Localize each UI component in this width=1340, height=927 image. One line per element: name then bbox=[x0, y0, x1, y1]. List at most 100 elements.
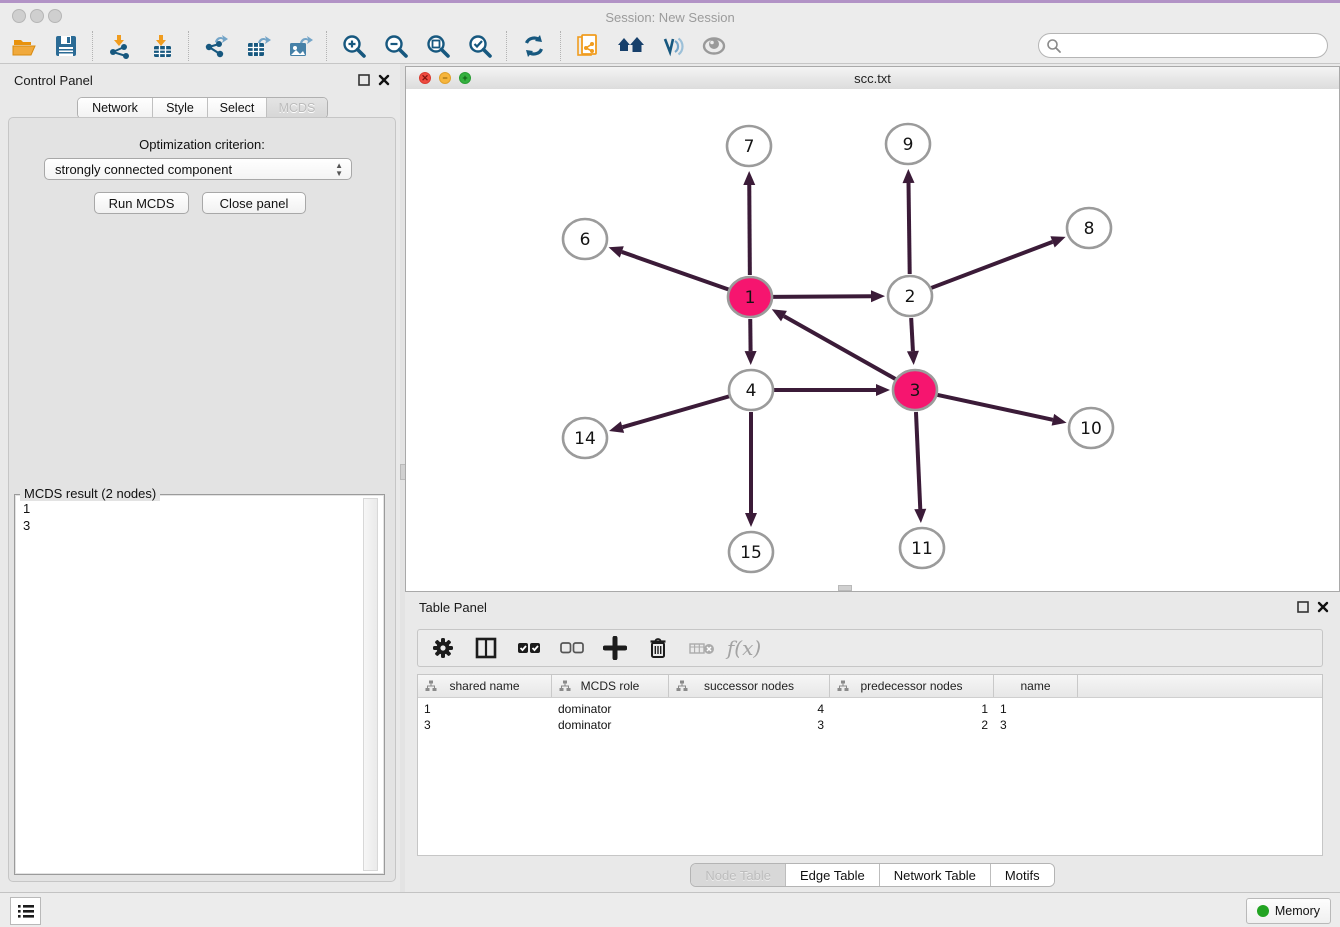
table-cell[interactable]: 1 bbox=[418, 701, 552, 717]
tab-node-table[interactable]: Node Table bbox=[691, 864, 786, 886]
toolbar-separator bbox=[560, 31, 562, 61]
network-resize-handle[interactable] bbox=[838, 585, 852, 591]
tab-network[interactable]: Network bbox=[78, 98, 153, 118]
close-panel-icon[interactable] bbox=[378, 74, 390, 86]
delete-table-disabled-icon bbox=[688, 635, 714, 661]
column-header-shared-name[interactable]: shared name bbox=[418, 675, 552, 697]
graph-edge-2-8[interactable] bbox=[931, 242, 1053, 288]
open-session-icon[interactable] bbox=[10, 32, 38, 60]
mcds-result-textarea[interactable]: 1 3 bbox=[16, 496, 383, 873]
graph-edge-1-2[interactable] bbox=[772, 296, 871, 297]
table-row[interactable]: 3dominator323 bbox=[418, 717, 1322, 733]
apply-layout-icon[interactable] bbox=[520, 32, 548, 60]
graph-edge-3-11[interactable] bbox=[916, 412, 920, 509]
mcds-result-title: MCDS result (2 nodes) bbox=[20, 486, 160, 501]
close-panel-icon[interactable] bbox=[1317, 601, 1329, 613]
home-icon[interactable] bbox=[616, 32, 644, 60]
zoom-selected-icon[interactable] bbox=[466, 32, 494, 60]
column-header-label: shared name bbox=[449, 679, 519, 693]
table-cell[interactable]: 3 bbox=[669, 717, 830, 733]
table-cell[interactable]: 1 bbox=[830, 701, 994, 717]
settings-gear-icon[interactable] bbox=[430, 635, 456, 661]
delete-row-icon[interactable] bbox=[645, 635, 671, 661]
node-table: shared name MCDS role successor nodes prede… bbox=[417, 674, 1323, 856]
toolbar-separator bbox=[506, 31, 508, 61]
search-box bbox=[1038, 33, 1328, 58]
toolbar-separator bbox=[188, 31, 190, 61]
column-header-predecessor-nodes[interactable]: predecessor nodes bbox=[830, 675, 994, 697]
task-history-button[interactable] bbox=[10, 897, 41, 925]
control-panel-tabs: Network Style Select MCDS bbox=[77, 97, 328, 119]
graph-edge-1-7[interactable] bbox=[749, 185, 750, 275]
graph-edge-2-9[interactable] bbox=[909, 183, 910, 274]
column-type-icon bbox=[676, 680, 688, 692]
graph-node-label: 7 bbox=[744, 137, 755, 157]
tab-select[interactable]: Select bbox=[208, 98, 267, 118]
table-cell[interactable]: 1 bbox=[994, 701, 1078, 717]
column-type-icon bbox=[559, 680, 571, 692]
import-table-icon[interactable] bbox=[148, 32, 176, 60]
tab-mcds[interactable]: MCDS bbox=[267, 98, 327, 118]
search-input[interactable] bbox=[1065, 35, 1319, 56]
table-row[interactable]: 1dominator411 bbox=[418, 701, 1322, 717]
deselect-all-icon[interactable] bbox=[559, 635, 585, 661]
table-cell[interactable]: 4 bbox=[669, 701, 830, 717]
table-toolbar: f(x) bbox=[417, 629, 1323, 667]
graph-edge-1-6[interactable] bbox=[622, 252, 729, 290]
chevron-up-down-icon: ▲▼ bbox=[335, 162, 343, 178]
columns-icon[interactable] bbox=[473, 635, 499, 661]
graph-edge-3-10[interactable] bbox=[937, 395, 1053, 420]
show-hide-eye-icon[interactable] bbox=[700, 32, 728, 60]
close-panel-button[interactable]: Close panel bbox=[202, 192, 306, 214]
network-window-titlebar[interactable]: ✕ − + scc.txt bbox=[406, 67, 1339, 90]
export-image-icon[interactable] bbox=[286, 32, 314, 60]
status-bar: Memory bbox=[0, 892, 1340, 927]
mcds-result-scrollbar[interactable] bbox=[363, 498, 378, 871]
table-cell[interactable]: dominator bbox=[552, 701, 669, 717]
add-row-icon[interactable] bbox=[602, 635, 628, 661]
graph-node-label: 15 bbox=[740, 543, 762, 563]
export-table-icon[interactable] bbox=[244, 32, 272, 60]
open-network-file-icon[interactable] bbox=[574, 32, 602, 60]
column-header-name[interactable]: name bbox=[994, 675, 1078, 697]
optimization-criterion-select[interactable]: strongly connected component ▲▼ bbox=[44, 158, 352, 180]
export-network-icon[interactable] bbox=[202, 32, 230, 60]
column-header-successor-nodes[interactable]: successor nodes bbox=[669, 675, 830, 697]
graph-node-label: 4 bbox=[746, 381, 757, 401]
graph-edge-3-1[interactable] bbox=[784, 316, 896, 379]
wave-icon[interactable] bbox=[658, 32, 686, 60]
column-header-MCDS-role[interactable]: MCDS role bbox=[552, 675, 669, 697]
float-panel-icon[interactable] bbox=[1297, 601, 1309, 613]
zoom-fit-icon[interactable] bbox=[424, 32, 452, 60]
select-all-checked-icon[interactable] bbox=[516, 635, 542, 661]
table-cell[interactable]: dominator bbox=[552, 717, 669, 733]
network-window-title: scc.txt bbox=[406, 71, 1339, 86]
mcds-result-values: 1 3 bbox=[23, 500, 30, 534]
zoom-out-icon[interactable] bbox=[382, 32, 410, 60]
tab-edge-table[interactable]: Edge Table bbox=[786, 864, 880, 886]
table-tabs: Node Table Edge Table Network Table Moti… bbox=[405, 863, 1340, 887]
network-canvas[interactable]: 1234678910111415 bbox=[406, 89, 1339, 591]
graph-node-label: 10 bbox=[1080, 419, 1102, 439]
node-table-header: shared name MCDS role successor nodes prede… bbox=[418, 675, 1322, 698]
mcds-result-group: 1 3 MCDS result (2 nodes) bbox=[14, 494, 385, 875]
table-cell[interactable]: 2 bbox=[830, 717, 994, 733]
memory-button[interactable]: Memory bbox=[1246, 898, 1331, 924]
session-title: Session: New Session bbox=[0, 10, 1340, 25]
function-builder-disabled-icon: f(x) bbox=[731, 635, 757, 661]
table-cell[interactable]: 3 bbox=[994, 717, 1078, 733]
tab-style[interactable]: Style bbox=[153, 98, 208, 118]
column-header-label: successor nodes bbox=[704, 679, 794, 693]
graph-node-label: 11 bbox=[911, 539, 933, 559]
import-network-icon[interactable] bbox=[106, 32, 134, 60]
tab-network-table[interactable]: Network Table bbox=[880, 864, 991, 886]
save-session-icon[interactable] bbox=[52, 32, 80, 60]
tab-motifs[interactable]: Motifs bbox=[991, 864, 1054, 886]
run-mcds-button[interactable]: Run MCDS bbox=[94, 192, 189, 214]
table-cell[interactable]: 3 bbox=[418, 717, 552, 733]
graph-edge-4-14[interactable] bbox=[622, 396, 729, 427]
graph-edge-2-3[interactable] bbox=[911, 318, 913, 351]
app-titlebar: Session: New Session bbox=[0, 3, 1340, 28]
float-panel-icon[interactable] bbox=[358, 74, 370, 86]
zoom-in-icon[interactable] bbox=[340, 32, 368, 60]
